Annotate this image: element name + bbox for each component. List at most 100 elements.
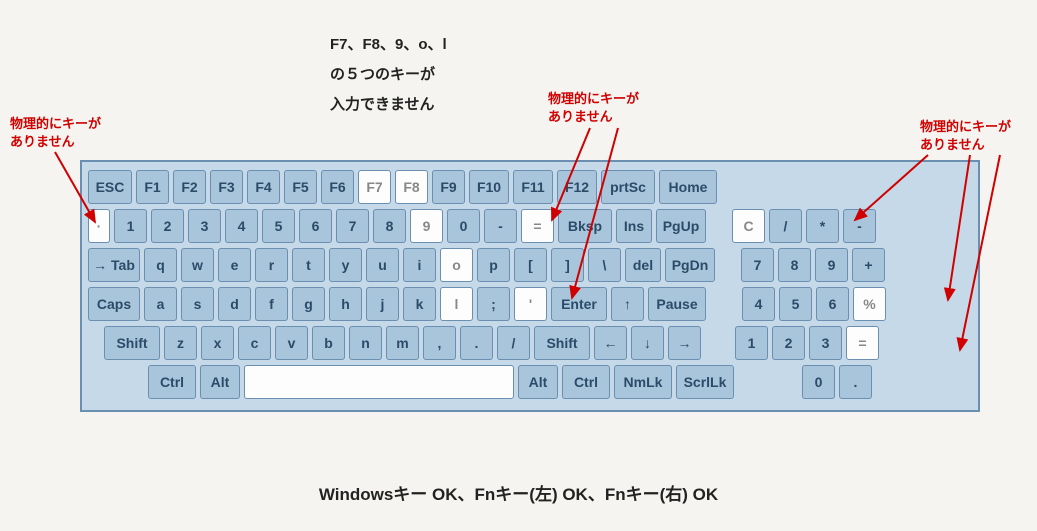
key--: - [484,209,517,243]
key-ESC: ESC [88,170,132,204]
key-n: n [349,326,382,360]
key-F11: F11 [513,170,553,204]
key-0: 0 [802,365,835,399]
key-9: 9 [815,248,848,282]
key-7: 7 [336,209,369,243]
key-6: 6 [816,287,849,321]
kb-row-5: CtrlAltAltCtrlNmLkScrlLk0. [88,365,972,399]
key--: - [843,209,876,243]
key-C: C [732,209,765,243]
key-3: 3 [188,209,221,243]
key-F2: F2 [173,170,206,204]
kb-row-1: ·1234567890-=BkspInsPgUpC/*- [88,209,972,243]
key-8: 8 [373,209,406,243]
key-%: % [853,287,886,321]
key-i: i [403,248,436,282]
key-F6: F6 [321,170,354,204]
key-0: 0 [447,209,480,243]
key-+: + [852,248,885,282]
key-4: 4 [225,209,258,243]
key-9: 9 [410,209,443,243]
annot-left: 物理的にキーがありません [10,115,101,151]
key-·: · [88,209,110,243]
key-Shift: Shift [104,326,160,360]
key-Bksp: Bksp [558,209,612,243]
key-→: → [668,326,701,360]
key-g: g [292,287,325,321]
key-ScrlLk: ScrlLk [676,365,734,399]
key-2: 2 [772,326,805,360]
key-[: [ [514,248,547,282]
kb-row-4: Shiftzxcvbnm,./Shift←↓→123= [88,326,972,360]
key-3: 3 [809,326,842,360]
key-5: 5 [779,287,812,321]
key-q: q [144,248,177,282]
key-↓: ↓ [631,326,664,360]
key-Alt: Alt [518,365,558,399]
key-2: 2 [151,209,184,243]
key-w: w [181,248,214,282]
key-8: 8 [778,248,811,282]
keyboard: ESCF1F2F3F4F5F6F7F8F9F10F11F12prtScHome ·… [80,160,980,412]
key-u: u [366,248,399,282]
key-j: j [366,287,399,321]
key-.: . [460,326,493,360]
key-v: v [275,326,308,360]
key-1: 1 [735,326,768,360]
key-l: l [440,287,473,321]
key-Alt: Alt [200,365,240,399]
key-Shift: Shift [534,326,590,360]
key-t: t [292,248,325,282]
key-a: a [144,287,177,321]
key-;: ; [477,287,510,321]
key-Ctrl: Ctrl [148,365,196,399]
key-c: c [238,326,271,360]
key-F3: F3 [210,170,243,204]
key-/: / [769,209,802,243]
key-7: 7 [741,248,774,282]
key-.: . [839,365,872,399]
key-x: x [201,326,234,360]
key-Home: Home [659,170,717,204]
bottom-status: Windowsキー OK、Fnキー(左) OK、Fnキー(右) OK [0,480,1037,505]
top-l3: 入力できません [330,90,447,120]
key-]: ] [551,248,584,282]
top-l2: の５つのキーが [330,60,447,90]
key-F12: F12 [557,170,597,204]
key-*: * [806,209,839,243]
top-message: F7、F8、9、o、l の５つのキーが 入力できません [330,30,447,120]
key-o: o [440,248,473,282]
key-': ' [514,287,547,321]
key-F9: F9 [432,170,465,204]
key-b: b [312,326,345,360]
key-Ins: Ins [616,209,652,243]
key-→ Tab: → Tab [88,248,140,282]
key-Pause: Pause [648,287,706,321]
key-1: 1 [114,209,147,243]
key-←: ← [594,326,627,360]
key-e: e [218,248,251,282]
key-F10: F10 [469,170,509,204]
key-PgUp: PgUp [656,209,706,243]
key-PgDn: PgDn [665,248,715,282]
key-m: m [386,326,419,360]
key-r: r [255,248,288,282]
key-y: y [329,248,362,282]
top-l1: F7、F8、9、o、l [330,30,447,60]
key-,: , [423,326,456,360]
key-6: 6 [299,209,332,243]
kb-row-3: Capsasdfghjkl;'Enter↑Pause456% [88,287,972,321]
key-F5: F5 [284,170,317,204]
kb-row-2: → Tabqwertyuiop[]\delPgDn789+ [88,248,972,282]
key-4: 4 [742,287,775,321]
key-\: \ [588,248,621,282]
key-Enter: Enter [551,287,607,321]
key-/: / [497,326,530,360]
annot-right: 物理的にキーがありません [920,118,1011,154]
key-f: f [255,287,288,321]
key-NmLk: NmLk [614,365,672,399]
kb-row-0: ESCF1F2F3F4F5F6F7F8F9F10F11F12prtScHome [88,170,972,204]
key-p: p [477,248,510,282]
key-=: = [846,326,879,360]
annot-mid: 物理的にキーがありません [548,90,639,126]
